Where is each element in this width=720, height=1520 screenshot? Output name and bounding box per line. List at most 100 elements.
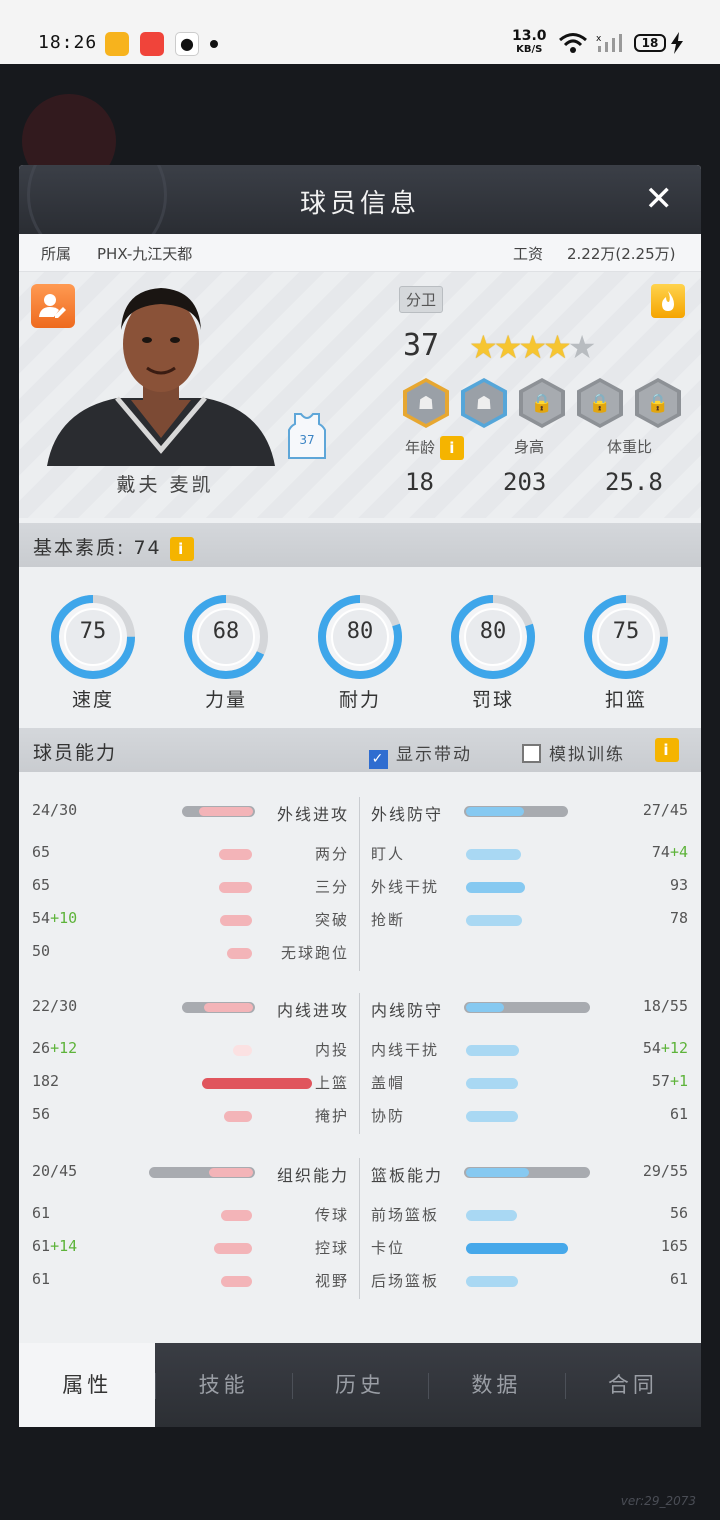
show-bonus-checkbox[interactable]: ✓ 显示带动 xyxy=(369,740,472,769)
ring-value: 75 xyxy=(612,619,640,644)
player-silhouette-icon: ☗ xyxy=(407,382,445,424)
close-icon[interactable]: ✕ xyxy=(645,179,674,219)
column-divider xyxy=(359,1158,360,1299)
ability-right-bar xyxy=(466,1078,518,1089)
ability-left-bar xyxy=(221,1210,252,1221)
group-left-score: 20/45 xyxy=(32,1162,78,1180)
ability-right-bar xyxy=(466,1111,519,1122)
ability-left-bar xyxy=(226,948,252,959)
ability-left-name: 控球 xyxy=(314,1239,349,1257)
ability-left-bar xyxy=(214,1243,252,1254)
group-left-title: 组织能力 xyxy=(276,1166,349,1185)
ring-label: 速度 xyxy=(71,689,114,711)
status-time: 18:26 xyxy=(38,32,98,53)
badge-slot-blue[interactable]: ☗ xyxy=(461,378,507,428)
ability-title: 球员能力 xyxy=(33,742,118,764)
net-speed-value: 13.0 xyxy=(512,28,547,44)
right-value-bonus: +4 xyxy=(669,843,688,861)
badge-slot-locked[interactable]: 🔒 xyxy=(577,378,623,428)
group-left-score: 24/30 xyxy=(32,801,78,819)
ability-left-name: 上篮 xyxy=(314,1074,349,1092)
right-value-base: 78 xyxy=(669,909,688,927)
sim-training-checkbox[interactable]: 模拟训练 xyxy=(522,740,625,765)
tab-attributes[interactable]: 属性 xyxy=(19,1343,156,1427)
ring-value: 80 xyxy=(479,619,507,644)
group-left-title: 外线进攻 xyxy=(276,805,349,824)
badge-slot-locked[interactable]: 🔒 xyxy=(635,378,681,428)
edit-profile-button[interactable] xyxy=(31,284,75,328)
right-value-base: 165 xyxy=(660,1237,688,1255)
player-info-dialog: 球员信息 ✕ 所属 PHX-九江天都 工资 2.22万(2.25万) 37 戴夫… xyxy=(19,165,701,1427)
tab-contract[interactable]: 合同 xyxy=(564,1343,701,1427)
player-silhouette-icon: ☗ xyxy=(465,382,503,424)
ring-value: 68 xyxy=(212,619,240,644)
info-icon[interactable]: i xyxy=(439,436,464,460)
net-speed: 13.0 KB/S xyxy=(512,28,547,56)
star-empty-icon: ★ xyxy=(567,328,597,366)
info-icon[interactable]: i xyxy=(655,738,679,762)
group-right-fill xyxy=(466,1003,504,1012)
ability-left-value: 65 xyxy=(32,843,50,861)
team-label: 所属 xyxy=(41,245,72,263)
ability-left-bar xyxy=(219,882,252,893)
age-label: 年龄 i xyxy=(405,436,464,460)
height-label: 身高 xyxy=(514,438,545,456)
ability-left-name: 传球 xyxy=(314,1206,349,1224)
group-left-title: 内线进攻 xyxy=(276,1001,349,1020)
attribute-ring: 68 xyxy=(182,593,270,681)
ability-left-name: 两分 xyxy=(314,845,349,863)
left-value-bonus: +12 xyxy=(50,1039,78,1057)
basic-attribute-rings: 75 速度 68 力量 80 耐力 80 罚球 75 扣篮 xyxy=(19,589,701,719)
star-filled-icon: ★ xyxy=(518,328,547,366)
ring-label: 罚球 xyxy=(471,689,514,711)
ability-right-name: 后场篮板 xyxy=(371,1272,440,1290)
badge-slot-gold[interactable]: ☗ xyxy=(403,378,449,428)
ability-right-bar xyxy=(466,882,525,893)
ability-right-bar xyxy=(466,1210,518,1221)
column-divider xyxy=(359,797,360,971)
ability-left-bar xyxy=(221,1276,252,1287)
star-rating: ★★★★★ xyxy=(469,328,597,366)
star-filled-icon: ★ xyxy=(493,328,523,366)
attribute-ring: 80 xyxy=(316,593,404,681)
ability-right-value: 93 xyxy=(670,876,688,894)
tab-stats[interactable]: 数据 xyxy=(428,1343,564,1427)
user-edit-icon xyxy=(39,294,66,318)
badge-slot-locked[interactable]: 🔒 xyxy=(519,378,565,428)
left-value-base: 65 xyxy=(32,876,51,894)
team-name: PHX-九江天都 xyxy=(97,245,193,263)
group-left-fill xyxy=(209,1168,253,1177)
position-badge: 分卫 xyxy=(399,286,444,313)
ability-right-value: 61 xyxy=(670,1105,688,1123)
left-value-base: 54 xyxy=(32,909,51,927)
ability-left-value: 26+12 xyxy=(32,1039,77,1057)
basic-attributes-title: 基本素质: 74 i xyxy=(33,533,194,561)
ability-right-name: 盖帽 xyxy=(371,1074,406,1092)
ability-right-bar xyxy=(466,1276,519,1287)
version-label: ver:29_2073 xyxy=(620,1494,696,1508)
ability-right-bar xyxy=(466,915,522,926)
signal-icon: x xyxy=(596,34,622,52)
ability-left-value: 61 xyxy=(32,1270,50,1288)
player-name: 戴夫 麦凯 xyxy=(116,474,214,496)
tab-skills[interactable]: 技能 xyxy=(155,1343,291,1427)
net-speed-unit: KB/S xyxy=(516,44,543,55)
info-icon[interactable]: i xyxy=(169,536,194,561)
group-right-title: 篮板能力 xyxy=(371,1166,444,1185)
status-bar: 18:26 ● 13.0 KB/S x 18 xyxy=(0,0,720,64)
show-bonus-label: 显示带动 xyxy=(396,745,472,765)
ability-left-value: 54+10 xyxy=(32,909,77,927)
right-value-base: 93 xyxy=(669,876,688,894)
column-divider xyxy=(359,993,360,1134)
group-right-score: 27/45 xyxy=(642,801,688,819)
charging-icon xyxy=(671,32,683,54)
right-value-base: 57 xyxy=(651,1072,670,1090)
age-value: 18 xyxy=(405,468,434,496)
tab-history[interactable]: 历史 xyxy=(291,1343,428,1427)
ability-left-value: 61+14 xyxy=(32,1237,77,1255)
fire-icon[interactable] xyxy=(651,284,685,318)
dialog-title: 球员信息 xyxy=(299,189,420,219)
left-value-base: 65 xyxy=(32,843,51,861)
basic-attributes-text: 基本素质: 74 xyxy=(33,537,162,559)
left-value-bonus: +14 xyxy=(50,1237,78,1255)
